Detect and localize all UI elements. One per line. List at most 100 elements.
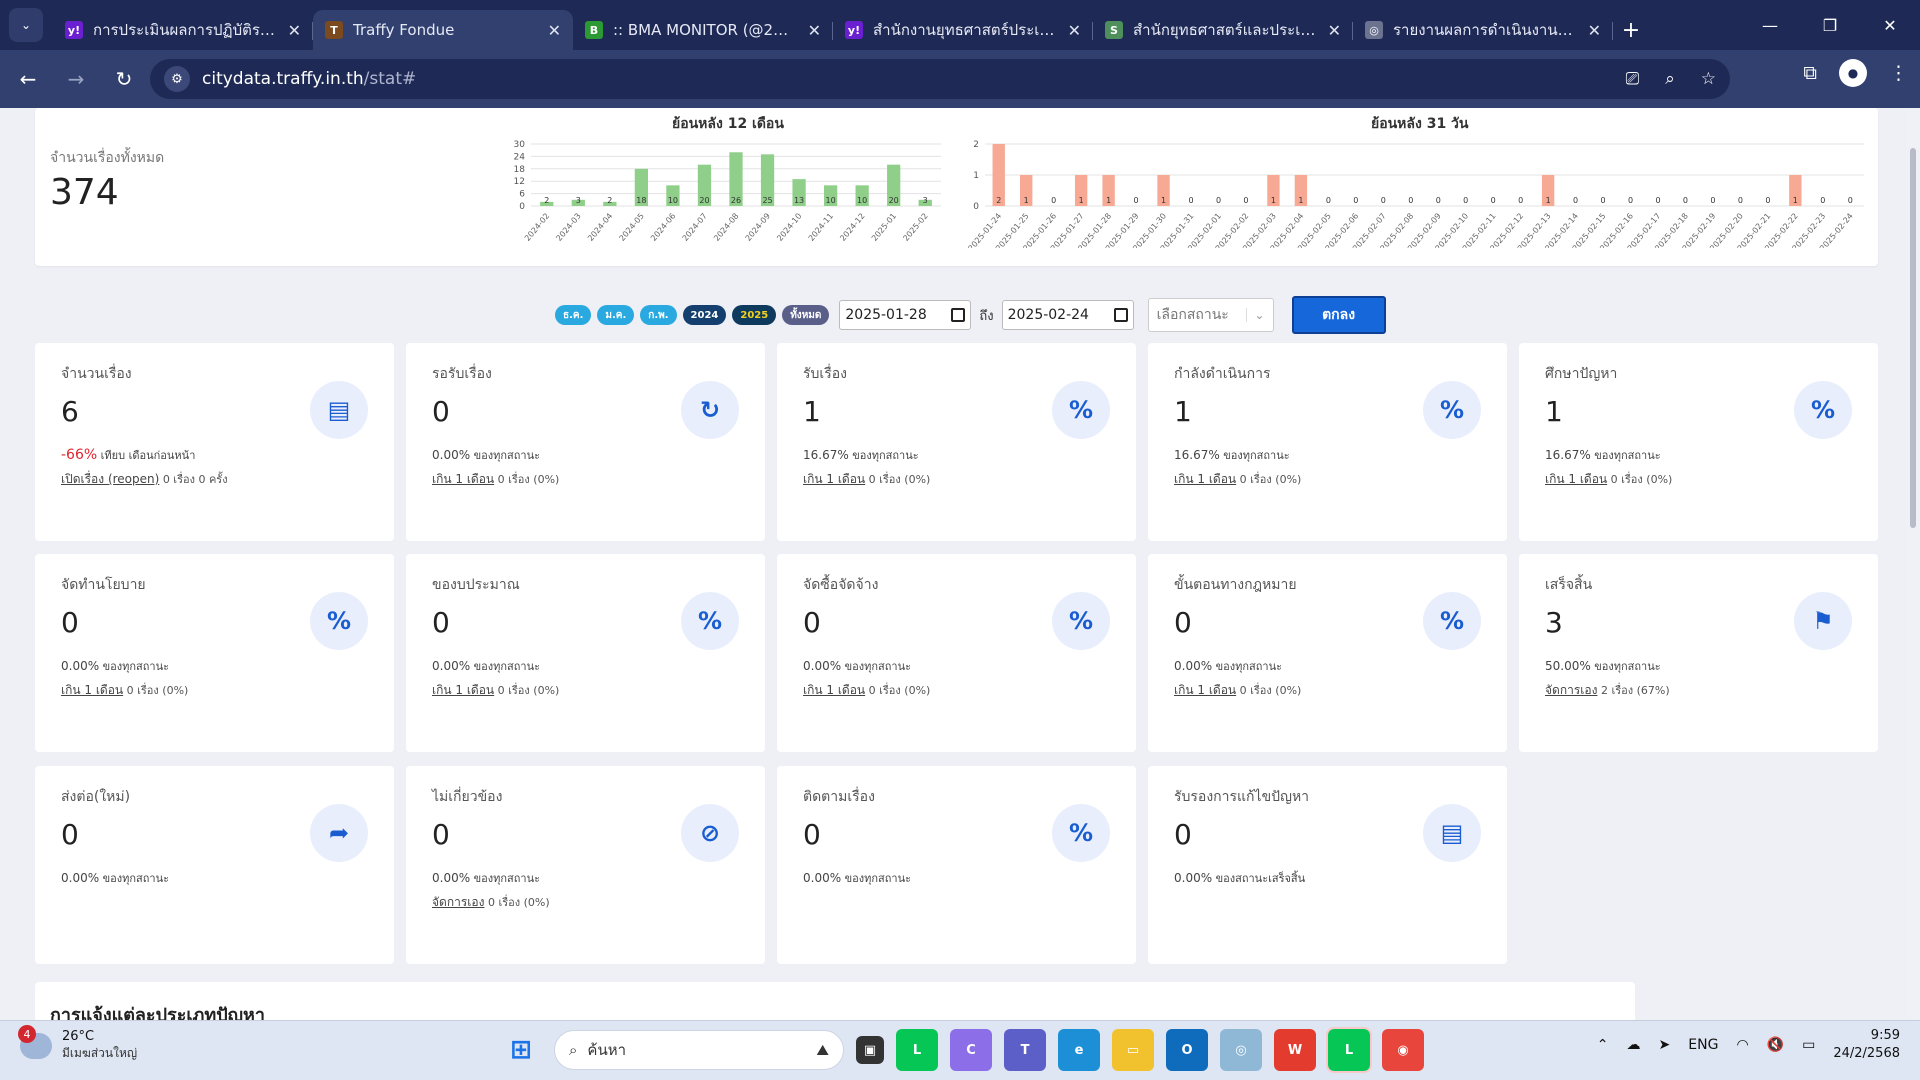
- x-tick-label: 2024-12: [838, 212, 866, 243]
- edge-icon[interactable]: e: [1058, 1029, 1100, 1071]
- browser-tab[interactable]: B :: BMA MONITOR (@2568) ✕: [573, 10, 833, 50]
- filter-pill[interactable]: ม.ค.: [597, 305, 635, 325]
- browser-tab[interactable]: ◎ รายงานผลการดำเนินงานตาม K ✕: [1353, 10, 1613, 50]
- teams-icon[interactable]: T: [1004, 1029, 1046, 1071]
- card-label: จัดทำนโยบาย: [61, 577, 146, 593]
- bookmark-star-icon[interactable]: ☆: [1701, 69, 1716, 89]
- filter-pill[interactable]: ธ.ค.: [555, 305, 592, 325]
- reload-button[interactable]: ↻: [104, 59, 144, 99]
- tab-title: Traffy Fondue: [353, 21, 455, 39]
- battery-icon[interactable]: ▭: [1802, 1037, 1815, 1053]
- language-indicator[interactable]: ENG: [1688, 1037, 1718, 1053]
- volume-muted-icon[interactable]: 🔇: [1767, 1037, 1784, 1053]
- close-tab-icon[interactable]: ✕: [808, 21, 821, 40]
- card-link[interactable]: เกิน 1 เดือน: [1545, 472, 1607, 486]
- file-explorer-icon[interactable]: ▭: [1112, 1029, 1154, 1071]
- browser-tab[interactable]: y! สำนักงานยุทธศาสตร์ประเมินผล ✕: [833, 10, 1093, 50]
- restore-button[interactable]: ❐: [1800, 16, 1860, 35]
- profile-avatar[interactable]: ●: [1839, 59, 1867, 87]
- calendar-icon[interactable]: [1113, 308, 1128, 322]
- url-bar[interactable]: ⚙ citydata.traffy.in.th/stat# ⎚ ⌕ ☆: [150, 59, 1730, 99]
- line-active-icon[interactable]: L: [1326, 1027, 1372, 1073]
- close-tab-icon[interactable]: ✕: [1068, 21, 1081, 40]
- wifi-icon[interactable]: ◠: [1736, 1037, 1748, 1053]
- line-icon[interactable]: L: [896, 1029, 938, 1071]
- card-value: 0: [432, 606, 450, 639]
- filter-pill[interactable]: 2024: [682, 305, 727, 325]
- card-link[interactable]: เกิน 1 เดือน: [432, 472, 494, 486]
- card-link[interactable]: จัดการเอง: [1545, 683, 1597, 697]
- chrome-icon[interactable]: ◉: [1382, 1029, 1424, 1071]
- filter-pill[interactable]: ทั้งหมด: [782, 305, 830, 325]
- copilot-icon[interactable]: C: [950, 1029, 992, 1071]
- calendar-icon[interactable]: [951, 308, 966, 322]
- zoom-icon[interactable]: ⌕: [1665, 69, 1675, 89]
- card-link[interactable]: เกิน 1 เดือน: [1174, 683, 1236, 697]
- close-window-button[interactable]: ✕: [1860, 16, 1920, 35]
- filter-pill[interactable]: 2025: [732, 305, 777, 325]
- back-button[interactable]: ←: [8, 59, 48, 99]
- card-label: รอรับเรื่อง: [432, 366, 492, 382]
- ok-button[interactable]: ตกลง: [1291, 296, 1386, 334]
- card-value: 0: [432, 818, 450, 851]
- bar-value-label: 20: [699, 196, 709, 205]
- tab-search-button[interactable]: ⌄: [9, 8, 43, 42]
- card-percent-line: 16.67% ของทุกสถานะ: [1174, 448, 1290, 462]
- card-percent-line: 0.00% ของทุกสถานะ: [432, 448, 541, 462]
- close-tab-icon[interactable]: ✕: [1588, 21, 1601, 40]
- card-overdue-line: เกิน 1 เดือน 0 เรื่อง (0%): [432, 472, 560, 486]
- search-highlight-icon: ⛰: [816, 1041, 829, 1059]
- bar-value-label: 10: [826, 196, 836, 205]
- task-view-icon[interactable]: ▣: [856, 1036, 884, 1064]
- page-scrollbar[interactable]: [1906, 108, 1920, 1020]
- bar-value-label: 0: [1628, 196, 1633, 205]
- url-text[interactable]: citydata.traffy.in.th/stat#: [202, 69, 416, 89]
- clock[interactable]: 9:59 24/2/2568: [1833, 1027, 1900, 1063]
- install-app-icon[interactable]: ⎚: [1626, 69, 1640, 89]
- bar-value-label: 3: [923, 196, 928, 205]
- card-link[interactable]: เกิน 1 เดือน: [1174, 472, 1236, 486]
- outlook-icon[interactable]: O: [1166, 1029, 1208, 1071]
- wps-icon[interactable]: W: [1274, 1029, 1316, 1071]
- card-link[interactable]: เกิน 1 เดือน: [432, 683, 494, 697]
- card-link[interactable]: เกิน 1 เดือน: [803, 472, 865, 486]
- minimize-button[interactable]: —: [1740, 16, 1800, 35]
- card-link[interactable]: เกิน 1 เดือน: [803, 683, 865, 697]
- percent-icon: %: [1423, 381, 1481, 439]
- browser-menu-icon[interactable]: ⋮: [1889, 62, 1908, 84]
- date-to-input[interactable]: 2025-02-24: [1001, 300, 1134, 330]
- onedrive-icon[interactable]: ☁: [1627, 1037, 1641, 1053]
- card-value: 0: [803, 606, 821, 639]
- percent-icon: %: [1052, 804, 1110, 862]
- bar-value-label: 0: [1765, 196, 1770, 205]
- x-tick-label: 2024-11: [807, 212, 835, 243]
- close-tab-icon[interactable]: ✕: [548, 21, 561, 40]
- browser-tab[interactable]: y! การประเมินผลการปฏิบัติราชการ ✕: [53, 10, 313, 50]
- taskbar-search[interactable]: ⌕ ค้นหา ⛰: [554, 1030, 844, 1070]
- status-select[interactable]: เลือกสถานะ ⌄: [1147, 298, 1274, 332]
- card-link[interactable]: เกิน 1 เดือน: [61, 683, 123, 697]
- chevron-up-icon[interactable]: ⌃: [1597, 1037, 1609, 1053]
- new-tab-button[interactable]: +: [1613, 10, 1649, 50]
- remote-app-icon[interactable]: ◎: [1220, 1029, 1262, 1071]
- date-from-input[interactable]: 2025-01-28: [839, 300, 972, 330]
- close-tab-icon[interactable]: ✕: [1328, 21, 1341, 40]
- extensions-icon[interactable]: ⧉: [1803, 62, 1817, 84]
- forward-button[interactable]: →: [56, 59, 96, 99]
- card-link[interactable]: จัดการเอง: [432, 895, 484, 909]
- bar-value-label: 1: [1793, 196, 1798, 205]
- card-percent-line: 0.00% ของทุกสถานะ: [803, 871, 912, 885]
- browser-tab[interactable]: S สำนักยุทธศาสตร์และประเมินผล ✕: [1093, 10, 1353, 50]
- bar-value-label: 0: [1710, 196, 1715, 205]
- close-tab-icon[interactable]: ✕: [288, 21, 301, 40]
- weather-widget[interactable]: 4 26°C มีเมฆส่วนใหญ่: [18, 1025, 137, 1063]
- browser-tab[interactable]: T Traffy Fondue ✕: [313, 10, 573, 50]
- windows-start-icon[interactable]: ⊞: [500, 1029, 542, 1071]
- bar-value-label: 1: [1024, 196, 1029, 205]
- filter-pill[interactable]: ก.พ.: [640, 305, 677, 325]
- y-tick-label: 0: [973, 202, 979, 212]
- card-link[interactable]: เปิดเรื่อง (reopen): [61, 472, 159, 486]
- bar-value-label: 0: [1326, 196, 1331, 205]
- site-info-icon[interactable]: ⚙: [164, 66, 190, 92]
- location-icon[interactable]: ➤: [1659, 1037, 1671, 1053]
